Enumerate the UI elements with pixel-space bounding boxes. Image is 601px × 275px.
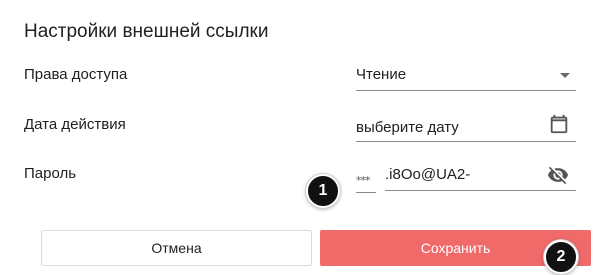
- access-rights-select[interactable]: Чтение: [356, 62, 576, 91]
- password-label: Пароль: [24, 165, 77, 182]
- access-rights-label: Права доступа: [24, 66, 128, 83]
- expiration-date-input[interactable]: выберите дату: [356, 113, 576, 142]
- access-rights-value: Чтение: [356, 66, 407, 83]
- password-value: .i8Oo@UA2-: [385, 166, 471, 183]
- cancel-button[interactable]: Отмена: [41, 230, 312, 266]
- eye-off-icon[interactable]: [546, 164, 570, 186]
- annotation-badge-1: 1: [306, 174, 340, 208]
- password-mask-dots: ***: [356, 174, 370, 187]
- password-mask-prefix: ***: [356, 174, 376, 193]
- dialog-title: Настройки внешней ссылки: [24, 21, 269, 42]
- password-input[interactable]: .i8Oo@UA2-: [385, 162, 576, 191]
- dropdown-arrow-icon[interactable]: [560, 73, 570, 78]
- calendar-icon[interactable]: [548, 113, 570, 135]
- expiration-date-placeholder: выберите дату: [356, 119, 459, 136]
- external-link-settings-dialog: Настройки внешней ссылки Права доступа Ч…: [0, 0, 601, 275]
- expiration-date-label: Дата действия: [24, 116, 126, 133]
- annotation-badge-2: 2: [544, 240, 578, 274]
